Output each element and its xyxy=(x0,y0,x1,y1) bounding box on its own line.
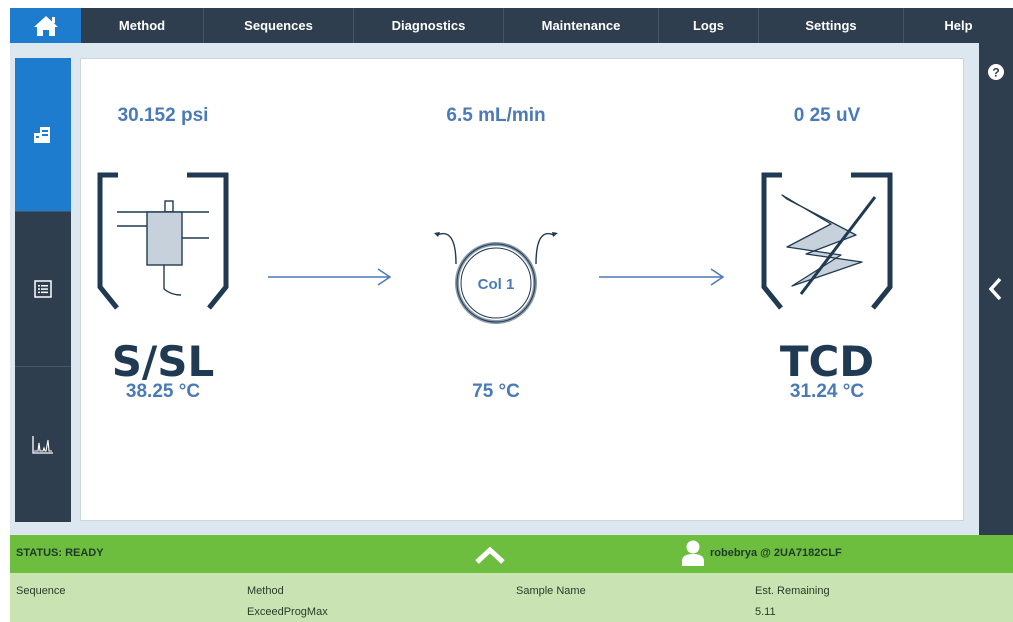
instrument-flow-panel: Col 1 30.152 psi 6.5 mL/min 0 25 uV S/SL… xyxy=(80,58,964,521)
detector-signal: 0 25 uV xyxy=(793,105,861,126)
user-session: robebrya @ 2UA7182CLF xyxy=(710,547,842,559)
left-sidebar xyxy=(15,58,71,522)
detector-name: TCD xyxy=(779,337,875,386)
est-remaining-label: Est. Remaining xyxy=(755,585,830,597)
column-flow: 6.5 mL/min xyxy=(446,105,546,126)
sidebar-instrument-view[interactable] xyxy=(15,58,71,211)
status-bar: STATUS: READY robebrya @ 2UA7182CLF xyxy=(10,535,1013,573)
flow-arrow-column-to-detector xyxy=(599,268,725,286)
detector-diagram[interactable] xyxy=(761,172,893,310)
chromatogram-icon xyxy=(32,435,53,454)
instrument-icon xyxy=(34,126,50,143)
est-remaining-value: 5.11 xyxy=(755,606,776,618)
run-info-panel: Sequence Method ExceedProgMax Sample Nam… xyxy=(10,573,1013,622)
question-icon[interactable]: ? xyxy=(987,63,1005,81)
detector-temperature: 31.24 °C xyxy=(789,381,865,402)
chevron-up-icon[interactable] xyxy=(474,545,506,565)
nav-sequences[interactable]: Sequences xyxy=(204,8,354,43)
nav-settings[interactable]: Settings xyxy=(759,8,904,43)
nav-logs[interactable]: Logs xyxy=(659,8,759,43)
list-icon xyxy=(34,280,52,298)
nav-method[interactable]: Method xyxy=(81,8,204,43)
nav-maintenance[interactable]: Maintenance xyxy=(504,8,659,43)
chevron-left-icon[interactable] xyxy=(988,277,1004,301)
flow-arrow-inlet-to-column xyxy=(268,268,392,286)
inlet-temperature: 38.25 °C xyxy=(125,381,201,402)
method-value: ExceedProgMax xyxy=(247,606,328,618)
top-navigation-bar: Method Sequences Diagnostics Maintenance… xyxy=(0,0,1013,43)
nav-help[interactable]: Help xyxy=(904,8,1013,43)
sample-name-label: Sample Name xyxy=(516,585,586,597)
right-sidebar: ? xyxy=(979,43,1013,535)
status-text: STATUS: READY xyxy=(16,547,104,559)
inlet-name: S/SL xyxy=(111,337,215,386)
column-name: Col 1 xyxy=(478,276,515,293)
sequence-label: Sequence xyxy=(16,585,66,597)
column-temperature: 75 °C xyxy=(472,381,520,402)
flow-diagram: Col 1 xyxy=(97,172,893,324)
home-icon xyxy=(33,15,58,36)
main-menu: Method Sequences Diagnostics Maintenance… xyxy=(81,8,1013,43)
inlet-diagram[interactable] xyxy=(97,172,229,310)
inlet-pressure: 30.152 psi xyxy=(117,105,209,126)
home-button[interactable] xyxy=(10,8,81,43)
nav-diagnostics[interactable]: Diagnostics xyxy=(354,8,504,43)
svg-text:?: ? xyxy=(992,66,999,80)
user-icon xyxy=(682,540,704,566)
method-label: Method xyxy=(247,585,284,597)
